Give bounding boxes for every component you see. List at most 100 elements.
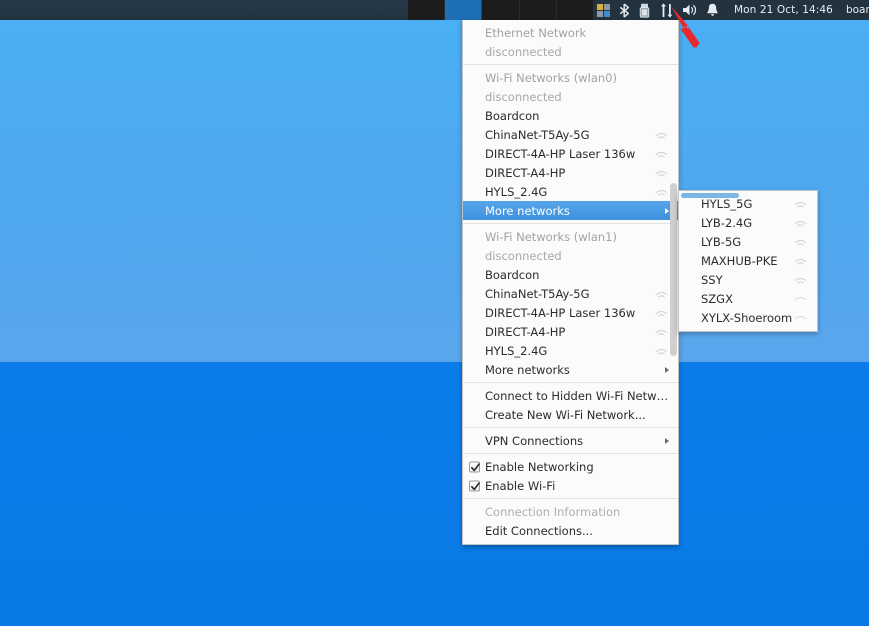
bluetooth-icon[interactable] <box>619 0 630 20</box>
vpn-connections-item[interactable]: VPN Connections <box>463 431 678 450</box>
submenu-item-xylx-shoeroom[interactable]: XYLX-Shoeroom <box>679 308 817 327</box>
workspace-4[interactable] <box>519 0 557 20</box>
menu-separator <box>463 427 678 428</box>
more-networks-wlan0[interactable]: More networks <box>463 201 678 220</box>
submenu-item-ssy[interactable]: SSY <box>679 270 817 289</box>
wifi-label: XYLX-Shoeroom <box>701 310 793 325</box>
submenu-item-hyls-5g[interactable]: HYLS_5G <box>679 194 817 213</box>
wifi-item-wlan0-boardcon[interactable]: Boardcon <box>463 106 678 125</box>
wifi-signal-icon <box>655 168 668 178</box>
wifi-item-wlan0-hyls[interactable]: HYLS_2.4G <box>463 182 678 201</box>
connect-hidden-wifi-label: Connect to Hidden Wi-Fi Network... <box>485 388 670 403</box>
menu-header-ethernet: Ethernet Network <box>463 23 678 42</box>
screen: Mon 21 Oct, 14:46 boardcon Ethernet Netw… <box>0 0 869 626</box>
wifi-label: DIRECT-A4-HP <box>485 165 566 180</box>
enable-wifi-label: Enable Wi-Fi <box>485 478 556 493</box>
menu-separator <box>463 498 678 499</box>
wifi-item-wlan1-chinanet[interactable]: ChinaNet-T5Ay-5G <box>463 284 678 303</box>
wifi-signal-icon <box>794 294 807 304</box>
wifi-item-wlan1-direct-laser[interactable]: DIRECT-4A-HP Laser 136w <box>463 303 678 322</box>
wifi-label: LYB-5G <box>701 234 742 249</box>
menu-status-wlan1-label: disconnected <box>485 248 562 263</box>
wifi-label: Boardcon <box>485 108 540 123</box>
menu-separator <box>463 64 678 65</box>
wifi-label: DIRECT-4A-HP Laser 136w <box>485 305 636 320</box>
system-tray: Mon 21 Oct, 14:46 boardcon <box>593 0 869 20</box>
wifi-signal-icon <box>655 308 668 318</box>
menu-header-wlan0-label: Wi-Fi Networks (wlan0) <box>485 70 617 85</box>
submenu-item-lyb-5g[interactable]: LYB-5G <box>679 232 817 251</box>
panel-task-area[interactable] <box>0 0 408 20</box>
workspace-2[interactable] <box>445 0 483 20</box>
edit-connections-item[interactable]: Edit Connections... <box>463 521 678 540</box>
menu-separator <box>463 453 678 454</box>
panel-username[interactable]: boardcon <box>846 4 869 16</box>
wifi-item-wlan1-hyls[interactable]: HYLS_2.4G <box>463 341 678 360</box>
wifi-label: DIRECT-A4-HP <box>485 324 566 339</box>
menu-separator <box>463 223 678 224</box>
wifi-signal-icon <box>655 327 668 337</box>
enable-networking-label: Enable Networking <box>485 459 594 474</box>
workspace-3[interactable] <box>482 0 520 20</box>
wifi-label: MAXHUB-PKE <box>701 253 778 268</box>
menu-status-wlan1: disconnected <box>463 246 678 265</box>
workspace-5[interactable] <box>556 0 594 20</box>
menu-header-wlan1-label: Wi-Fi Networks (wlan1) <box>485 229 617 244</box>
menu-status-wlan0: disconnected <box>463 87 678 106</box>
wifi-label: HYLS_2.4G <box>485 184 548 199</box>
wifi-label: SSY <box>701 272 723 287</box>
chevron-right-icon <box>665 207 669 214</box>
connection-information-item: Connection Information <box>463 502 678 521</box>
more-networks-submenu: HYLS_5G LYB-2.4G LYB-5G MAXHUB-PKE SSY S… <box>678 190 818 332</box>
menu-status-ethernet: disconnected <box>463 42 678 61</box>
more-networks-label: More networks <box>485 203 570 218</box>
wifi-item-wlan1-boardcon[interactable]: Boardcon <box>463 265 678 284</box>
submenu-item-szgx[interactable]: SZGX <box>679 289 817 308</box>
menu-header-ethernet-label: Ethernet Network <box>485 25 587 40</box>
submenu-item-maxhub-pke[interactable]: MAXHUB-PKE <box>679 251 817 270</box>
wifi-label: SZGX <box>701 291 733 306</box>
wifi-item-wlan1-direct-a4[interactable]: DIRECT-A4-HP <box>463 322 678 341</box>
menu-status-wlan0-label: disconnected <box>485 89 562 104</box>
menu-separator <box>463 382 678 383</box>
connection-information-label: Connection Information <box>485 504 621 519</box>
wifi-label: ChinaNet-T5Ay-5G <box>485 127 590 142</box>
usb-drive-icon[interactable] <box>639 0 650 20</box>
submenu-item-lyb-24g[interactable]: LYB-2.4G <box>679 213 817 232</box>
checkbox-checked-icon <box>469 480 480 491</box>
chevron-right-icon <box>665 437 669 444</box>
wallpaper-sea <box>0 362 869 626</box>
connect-hidden-wifi-item[interactable]: Connect to Hidden Wi-Fi Network... <box>463 386 678 405</box>
menu-header-wlan0: Wi-Fi Networks (wlan0) <box>463 68 678 87</box>
wifi-signal-icon <box>655 130 668 140</box>
wifi-label: HYLS_5G <box>701 196 753 211</box>
wifi-item-wlan0-direct-laser[interactable]: DIRECT-4A-HP Laser 136w <box>463 144 678 163</box>
enable-wifi-toggle[interactable]: Enable Wi-Fi <box>463 476 678 495</box>
create-new-wifi-label: Create New Wi-Fi Network... <box>485 407 646 422</box>
wifi-signal-icon <box>794 256 807 266</box>
workspace-switcher[interactable] <box>408 0 594 20</box>
network-updown-icon[interactable] <box>659 0 673 20</box>
wifi-label: ChinaNet-T5Ay-5G <box>485 286 590 301</box>
wifi-signal-icon <box>655 187 668 197</box>
wifi-label: Boardcon <box>485 267 540 282</box>
notification-bell-icon[interactable] <box>706 0 719 20</box>
workspace-1[interactable] <box>408 0 446 20</box>
top-panel: Mon 21 Oct, 14:46 boardcon <box>0 0 869 20</box>
wifi-signal-icon <box>794 199 807 209</box>
wifi-signal-icon <box>794 218 807 228</box>
create-new-wifi-item[interactable]: Create New Wi-Fi Network... <box>463 405 678 424</box>
wifi-signal-icon <box>655 346 668 356</box>
wifi-signal-icon <box>655 289 668 299</box>
wifi-item-wlan0-chinanet[interactable]: ChinaNet-T5Ay-5G <box>463 125 678 144</box>
panel-clock[interactable]: Mon 21 Oct, 14:46 <box>728 4 837 16</box>
more-networks-wlan1[interactable]: More networks <box>463 360 678 379</box>
wifi-signal-icon <box>655 149 668 159</box>
workspace-grid-icon[interactable] <box>597 0 610 20</box>
volume-icon[interactable] <box>682 0 697 20</box>
network-manager-menu: Ethernet Network disconnected Wi-Fi Netw… <box>462 20 679 545</box>
menu-scrollbar[interactable] <box>670 183 677 356</box>
more-networks-label: More networks <box>485 362 570 377</box>
wifi-item-wlan0-direct-a4[interactable]: DIRECT-A4-HP <box>463 163 678 182</box>
enable-networking-toggle[interactable]: Enable Networking <box>463 457 678 476</box>
